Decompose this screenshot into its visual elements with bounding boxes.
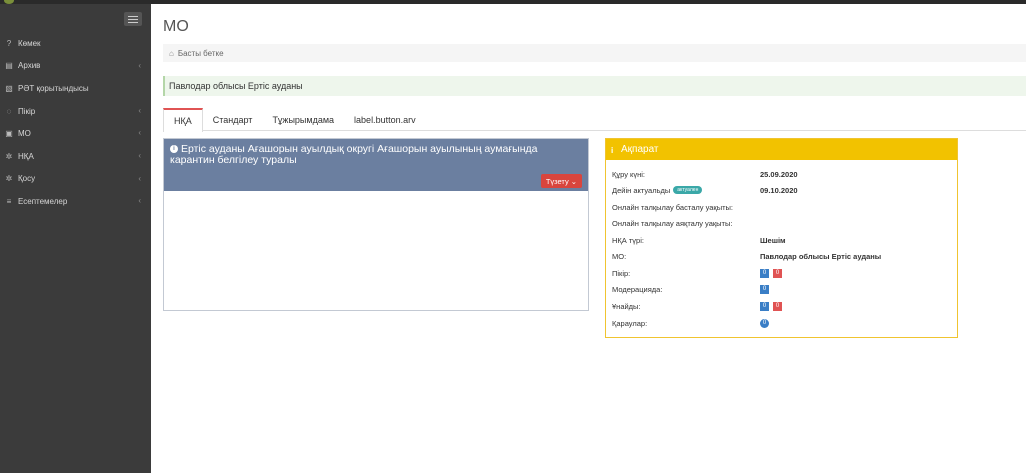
tab-bar: НҚА Стандарт Тұжырымдама label.button.ar…: [163, 108, 1026, 132]
likes-counts: 0 0: [760, 300, 786, 312]
moderation-counts: 0: [760, 283, 773, 295]
sidebar-item-label: Архив: [18, 61, 41, 71]
edit-button-label: Түзету: [545, 176, 569, 186]
sidebar-item-label: НҚА: [18, 151, 34, 161]
sidebar-item-label: Есептемелер: [18, 196, 68, 206]
created-value: 25.09.2020: [760, 169, 798, 179]
edit-button[interactable]: Түзету ⌄: [540, 174, 582, 188]
chevron-left-icon: ‹: [138, 128, 141, 138]
breadcrumb-home-link[interactable]: Басты бетке: [178, 49, 224, 58]
sidebar-item-mo[interactable]: ▣ МО ‹: [0, 122, 151, 145]
sidebar-item-ret-conclusion[interactable]: ▧ РӘТ қорытындысы: [0, 77, 151, 100]
nqa-type-label: НҚА түрі:: [612, 235, 644, 245]
home-icon: ⌂: [169, 48, 174, 58]
sidebar-item-nqa[interactable]: ✲ НҚА ‹: [0, 145, 151, 168]
created-label: Құру күні:: [612, 169, 645, 179]
chevron-left-icon: ‹: [138, 196, 141, 206]
sidebar: ? Көмек ▤ Архив ‹ ▧ РӘТ қорытындысы ◌ Пі…: [0, 4, 151, 473]
info-panel: i Ақпарат Құру күні: 25.09.2020 Дейін ак…: [605, 138, 958, 338]
valid-until-value: 09.10.2020: [760, 185, 798, 195]
chevron-left-icon: ‹: [138, 105, 141, 115]
main-content: МО ⌂ Басты бетке Павлодар облысы Ертіс а…: [151, 4, 1026, 473]
comments-counts: 0 0: [760, 267, 786, 279]
info-panel-header: i Ақпарат: [606, 139, 957, 160]
views-label: Қараулар:: [612, 318, 648, 328]
chevron-down-icon: ⌄: [570, 176, 577, 186]
sidebar-item-help[interactable]: ? Көмек: [0, 32, 151, 55]
moderation-label: Модерацияда:: [612, 284, 663, 294]
region-banner: Павлодар облысы Ертіс ауданы: [163, 76, 1026, 96]
sidebar-item-label: Пікір: [18, 106, 36, 116]
comment-icon: ◌: [6, 106, 12, 116]
menu-toggle-icon[interactable]: [124, 12, 142, 26]
sidebar-item-label: РӘТ қорытындысы: [18, 83, 89, 93]
info-icon: i: [611, 146, 614, 155]
sidebar-item-comments[interactable]: ◌ Пікір ‹: [0, 100, 151, 123]
sidebar-item-reports[interactable]: ≡ Есептемелер ‹: [0, 190, 151, 213]
comments-count-badge[interactable]: 0: [773, 268, 782, 278]
chevron-left-icon: ‹: [138, 173, 141, 183]
online-start-label: Онлайн талқылау басталу уақыты:: [612, 202, 733, 212]
info-icon: i: [170, 145, 178, 154]
likes-label: Ұнайды:: [612, 301, 641, 311]
archive-icon: ▤: [5, 61, 13, 71]
briefcase-icon: ▣: [5, 129, 13, 139]
question-icon: ?: [6, 38, 12, 48]
valid-until-label: Дейін актуальды актуален: [612, 184, 703, 196]
file-icon: ▧: [5, 83, 13, 93]
tab-concept[interactable]: Тұжырымдама: [262, 108, 344, 131]
document-panel: i Ертіс ауданы Ағашорын ауылдық округі Ағ…: [163, 138, 589, 311]
document-title: Ертіс ауданы Ағашорын ауылдық округі Аға…: [170, 143, 538, 166]
sidebar-item-add[interactable]: ✲ Қосу ‹: [0, 168, 151, 191]
online-end-label: Онлайн талқылау аяқталу уақыты:: [612, 218, 733, 228]
gear-icon: ✲: [5, 174, 13, 184]
info-panel-title: Ақпарат: [621, 144, 659, 155]
like-count-badge[interactable]: 0: [760, 301, 769, 311]
breadcrumb: ⌂ Басты бетке: [163, 44, 1026, 62]
page-title: МО: [163, 18, 189, 35]
sidebar-menu: ? Көмек ▤ Архив ‹ ▧ РӘТ қорытындысы ◌ Пі…: [0, 32, 151, 213]
views-counts: 0: [760, 317, 769, 329]
nqa-type-value: Шешім: [760, 235, 786, 245]
sidebar-item-archive[interactable]: ▤ Архив ‹: [0, 55, 151, 78]
gear-icon: ✲: [5, 151, 13, 161]
comments-label: Пікір:: [612, 268, 631, 278]
views-count-badge: 0: [760, 318, 769, 328]
status-badge: актуален: [673, 186, 703, 194]
valid-until-text: Дейін актуальды: [612, 185, 671, 195]
mo-value: Павлодар облысы Ертіс ауданы: [760, 251, 882, 261]
comments-count-badge[interactable]: 0: [760, 268, 769, 278]
list-icon: ≡: [6, 196, 12, 206]
tab-standard[interactable]: Стандарт: [203, 108, 263, 131]
sidebar-item-label: Көмек: [18, 38, 41, 48]
tab-arv[interactable]: label.button.arv: [344, 108, 426, 131]
moderation-count-badge[interactable]: 0: [760, 284, 769, 294]
mo-label: МО:: [612, 251, 627, 261]
chevron-left-icon: ‹: [138, 60, 141, 70]
sidebar-item-label: МО: [18, 129, 31, 139]
sidebar-item-label: Қосу: [18, 174, 36, 184]
chevron-left-icon: ‹: [138, 150, 141, 160]
document-header: i Ертіс ауданы Ағашорын ауылдық округі Ағ…: [164, 139, 588, 191]
dislike-count-badge[interactable]: 0: [773, 301, 782, 311]
tab-nqa[interactable]: НҚА: [163, 108, 203, 132]
